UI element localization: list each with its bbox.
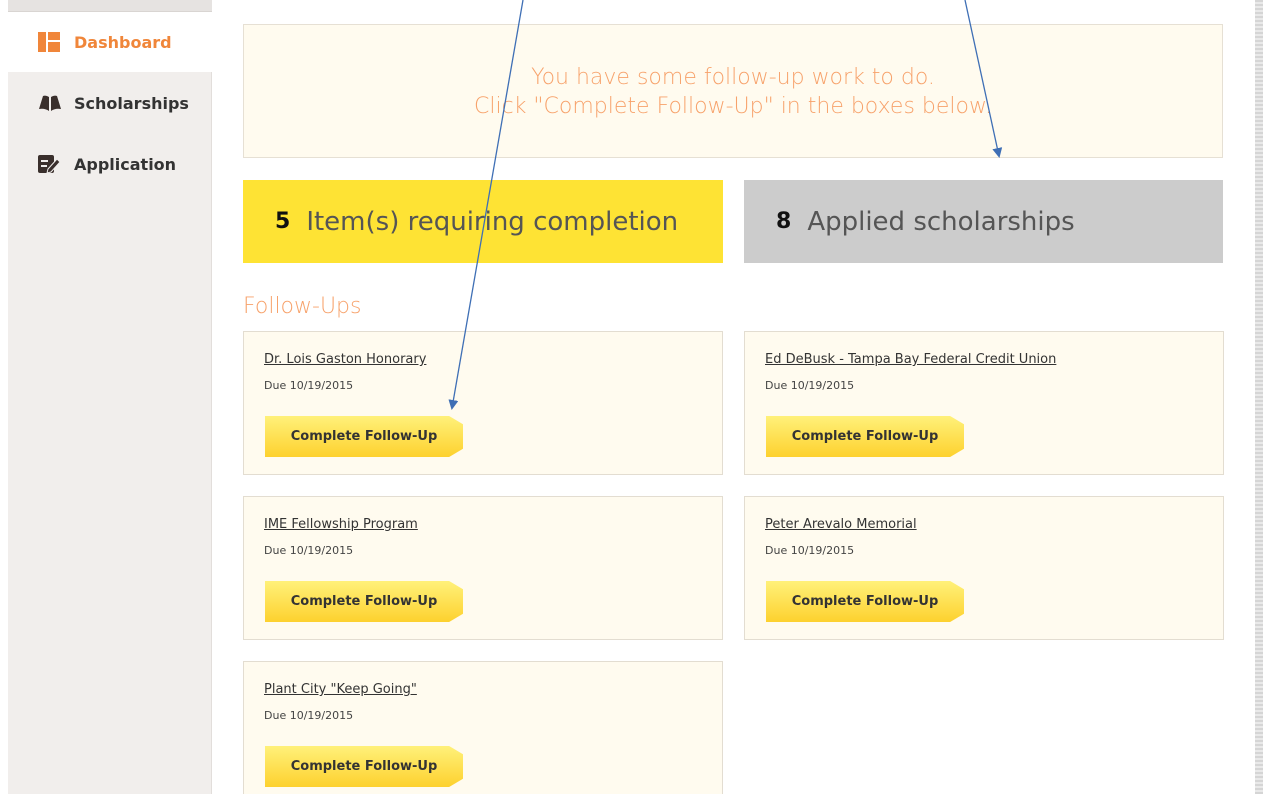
complete-follow-up-button[interactable]: Complete Follow-Up xyxy=(265,581,463,622)
sidebar-item-scholarships[interactable]: Scholarships xyxy=(8,73,212,133)
sidebar: Dashboard Scholarships Application xyxy=(8,0,212,794)
items-requiring-completion-tile[interactable]: 5 Item(s) requiring completion xyxy=(243,180,723,263)
dashboard-icon xyxy=(38,32,60,52)
follow-up-card: IME Fellowship Program Due 10/19/2015 Co… xyxy=(243,496,723,640)
edit-icon xyxy=(38,154,61,174)
due-date: Due 10/19/2015 xyxy=(264,544,354,557)
applied-label: Applied scholarships xyxy=(807,206,1075,237)
sidebar-item-dashboard[interactable]: Dashboard xyxy=(8,12,212,72)
scholarship-title-link[interactable]: Peter Arevalo Memorial xyxy=(765,517,917,532)
follow-up-notice: You have some follow-up work to do. Clic… xyxy=(243,24,1223,158)
notice-line-2: Click "Complete Follow-Up" in the boxes … xyxy=(474,94,992,119)
due-date: Due 10/19/2015 xyxy=(264,379,354,392)
complete-follow-up-button[interactable]: Complete Follow-Up xyxy=(265,416,463,457)
follow-ups-heading: Follow-Ups xyxy=(243,294,362,319)
follow-up-card: Peter Arevalo Memorial Due 10/19/2015 Co… xyxy=(744,496,1224,640)
due-date: Due 10/19/2015 xyxy=(264,709,354,722)
complete-follow-up-button[interactable]: Complete Follow-Up xyxy=(265,746,463,787)
sidebar-item-label: Dashboard xyxy=(74,32,172,52)
scholarship-title-link[interactable]: IME Fellowship Program xyxy=(264,517,418,532)
due-date: Due 10/19/2015 xyxy=(765,379,855,392)
pending-count: 5 xyxy=(275,209,291,234)
scholarship-title-link[interactable]: Plant City "Keep Going" xyxy=(264,682,417,697)
sidebar-item-label: Scholarships xyxy=(74,93,189,113)
scrollbar[interactable] xyxy=(1255,0,1263,794)
book-icon xyxy=(38,93,61,113)
applied-count: 8 xyxy=(776,209,792,234)
follow-up-card: Ed DeBusk - Tampa Bay Federal Credit Uni… xyxy=(744,331,1224,475)
pending-label: Item(s) requiring completion xyxy=(306,206,679,237)
notice-line-1: You have some follow-up work to do. xyxy=(531,65,935,90)
follow-up-card: Dr. Lois Gaston Honorary Due 10/19/2015 … xyxy=(243,331,723,475)
applied-scholarships-tile[interactable]: 8 Applied scholarships xyxy=(744,180,1223,263)
due-date: Due 10/19/2015 xyxy=(765,544,855,557)
scholarship-title-link[interactable]: Ed DeBusk - Tampa Bay Federal Credit Uni… xyxy=(765,352,1056,367)
sidebar-item-application[interactable]: Application xyxy=(8,134,212,194)
sidebar-top-strip xyxy=(8,0,212,12)
complete-follow-up-button[interactable]: Complete Follow-Up xyxy=(766,581,964,622)
complete-follow-up-button[interactable]: Complete Follow-Up xyxy=(766,416,964,457)
scholarship-title-link[interactable]: Dr. Lois Gaston Honorary xyxy=(264,352,426,367)
sidebar-item-label: Application xyxy=(74,154,177,174)
follow-up-card: Plant City "Keep Going" Due 10/19/2015 C… xyxy=(243,661,723,794)
